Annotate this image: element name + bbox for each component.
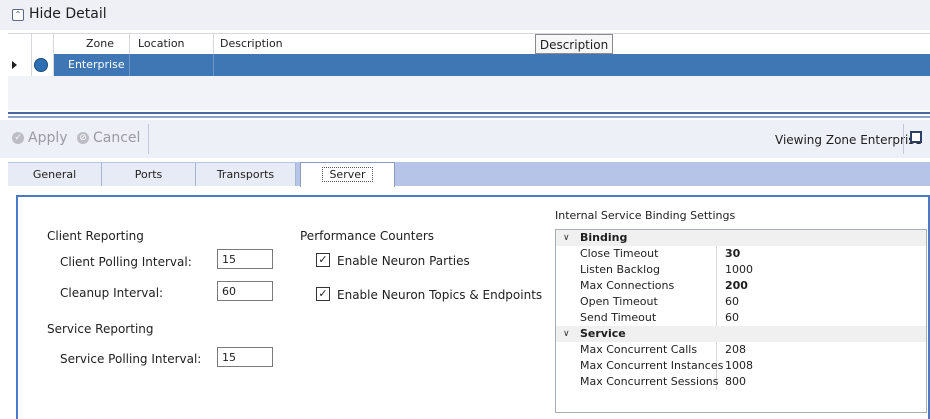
category-binding[interactable]: ∨ Binding [556, 230, 926, 246]
property-row[interactable]: Close Timeout 30 [556, 246, 926, 262]
property-name: Max Concurrent Calls [580, 343, 698, 356]
property-name: Max Concurrent Instances [580, 359, 724, 372]
enable-topics-checkbox[interactable]: ✓ [316, 287, 330, 301]
performance-counters-heading: Performance Counters [300, 229, 435, 243]
hide-detail-bar[interactable] [0, 0, 930, 30]
property-value[interactable]: 60 [725, 294, 739, 310]
description-cell[interactable] [214, 54, 930, 76]
binding-settings-title: Internal Service Binding Settings [555, 209, 736, 222]
tab-server-label: Server [322, 167, 373, 182]
property-row[interactable]: Open Timeout 60 [556, 294, 926, 310]
client-polling-label: Client Polling Interval: [60, 255, 192, 269]
property-grid[interactable]: ∨ Binding Close Timeout 30 Listen Backlo… [555, 229, 927, 413]
cancel-label: Cancel [93, 130, 141, 146]
cleanup-interval-label: Cleanup Interval: [60, 286, 164, 300]
hide-detail-label[interactable]: Hide Detail [29, 6, 107, 22]
table-row[interactable]: Enterprise [8, 54, 930, 76]
client-polling-input[interactable] [217, 249, 273, 269]
window-icon[interactable] [910, 131, 922, 143]
category-label: Binding [580, 231, 628, 244]
no-entry-icon: ⊘ [77, 132, 89, 144]
row-indicator-icon [12, 61, 17, 69]
property-row[interactable]: Listen Backlog 1000 [556, 262, 926, 278]
tab-general[interactable]: General [8, 163, 102, 186]
apply-button[interactable]: ✓ Apply [12, 130, 68, 146]
enable-parties-label[interactable]: Enable Neuron Parties [337, 254, 470, 268]
property-value[interactable]: 30 [725, 246, 740, 262]
service-polling-input[interactable] [217, 347, 273, 367]
location-column-header[interactable]: Location [130, 34, 214, 54]
toolbar-divider [148, 124, 149, 154]
cancel-button[interactable]: ⊘ Cancel [77, 130, 140, 146]
property-name: Open Timeout [580, 295, 658, 308]
enable-topics-label[interactable]: Enable Neuron Topics & Endpoints [337, 288, 542, 302]
collapse-chevron-icon[interactable]: ∨ [563, 326, 570, 342]
tab-ports[interactable]: Ports [102, 163, 196, 186]
property-row[interactable]: Max Connections 200 [556, 278, 926, 294]
check-circle-icon: ✓ [12, 132, 24, 144]
tooltip: Description [535, 34, 613, 54]
category-label: Service [580, 327, 626, 340]
tab-server[interactable]: Server [300, 162, 395, 187]
row-header-cell [8, 34, 32, 54]
property-name: Max Concurrent Sessions [580, 375, 719, 388]
property-value[interactable]: 1000 [725, 262, 753, 278]
property-value[interactable]: 1008 [725, 358, 753, 374]
property-value[interactable]: 60 [725, 310, 739, 326]
tab-transports[interactable]: Transports [196, 163, 296, 186]
grid-empty-area [8, 76, 930, 110]
property-name: Listen Backlog [580, 263, 660, 276]
property-row[interactable]: Max Concurrent Instances 1008 [556, 358, 926, 374]
zone-cell[interactable]: Enterprise [54, 54, 130, 76]
category-service[interactable]: ∨ Service [556, 326, 926, 342]
globe-icon [34, 58, 48, 72]
location-cell[interactable] [130, 54, 214, 76]
property-value[interactable]: 208 [725, 342, 746, 358]
cleanup-interval-input[interactable] [217, 281, 273, 301]
property-name: Max Connections [580, 279, 675, 292]
property-name: Close Timeout [580, 247, 659, 260]
client-reporting-heading: Client Reporting [47, 229, 144, 243]
collapse-icon[interactable]: ⌃ [12, 9, 24, 21]
splitter-line [8, 116, 930, 118]
service-polling-label: Service Polling Interval: [60, 352, 202, 366]
property-row[interactable]: Max Concurrent Sessions 800 [556, 374, 926, 390]
property-value[interactable]: 800 [725, 374, 746, 390]
splitter[interactable] [8, 112, 930, 114]
property-value[interactable]: 200 [725, 278, 748, 294]
property-row[interactable]: Send Timeout 60 [556, 310, 926, 326]
enable-parties-checkbox[interactable]: ✓ [316, 253, 330, 267]
property-name: Send Timeout [580, 311, 657, 324]
zone-column-header[interactable]: Zone [54, 34, 130, 54]
viewing-zone-status: Viewing Zone Enterprise [775, 133, 922, 147]
service-reporting-heading: Service Reporting [47, 322, 154, 336]
icon-header-cell [32, 34, 54, 54]
collapse-chevron-icon[interactable]: ∨ [563, 230, 570, 246]
property-row[interactable]: Max Concurrent Calls 208 [556, 342, 926, 358]
apply-label: Apply [28, 130, 68, 146]
toolbar-divider [903, 124, 904, 154]
zone-grid-header: Zone Location Description [8, 33, 930, 55]
